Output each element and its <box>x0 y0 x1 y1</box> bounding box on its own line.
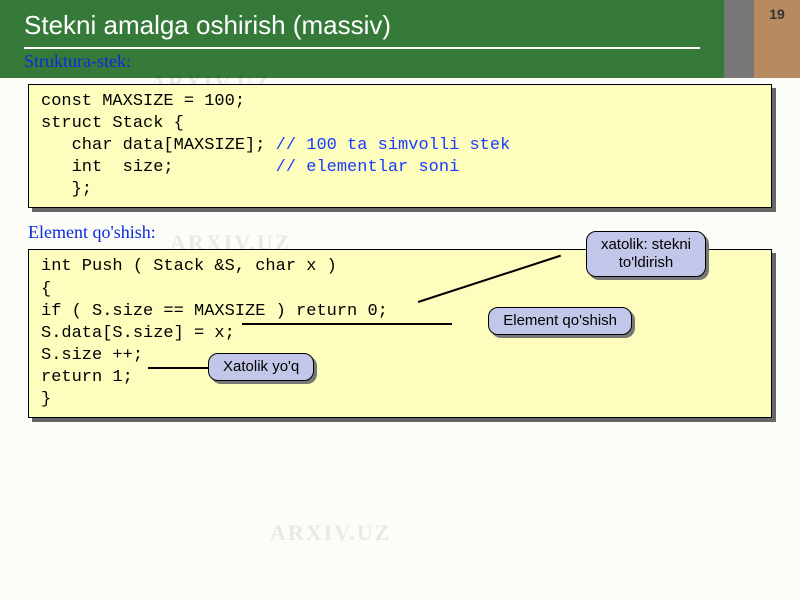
callout-text: Xatolik yo'q <box>223 358 299 375</box>
page-title: Stekni amalga oshirish (massiv) <box>24 10 700 45</box>
code-block-push-wrapper: int Push ( Stack &S, char x ) { if ( S.s… <box>28 249 772 418</box>
code-line: if ( S.size == MAXSIZE ) return 0; <box>41 302 388 321</box>
watermark: ARXIV.UZ <box>270 520 391 546</box>
callout-box: xatolik: stekni to'ldirish <box>586 231 706 277</box>
callout-text: Element qo'shish <box>503 312 617 329</box>
header-strip-brown: 19 <box>754 0 800 78</box>
callout-box: Xatolik yo'q <box>208 353 314 381</box>
header-strip-grey <box>724 0 754 78</box>
code-line: S.data[S.size] = x; <box>41 324 235 343</box>
callout-text: to'ldirish <box>601 254 691 272</box>
code-box: const MAXSIZE = 100; struct Stack { char… <box>28 84 772 208</box>
callout-box: Element qo'shish <box>488 307 632 335</box>
code-line: { <box>41 280 51 299</box>
code-line: int size; <box>41 158 276 177</box>
code-line: S.size ++; <box>41 346 143 365</box>
code-line: char data[MAXSIZE]; <box>41 136 276 155</box>
code-line: }; <box>41 180 92 199</box>
code-comment: // 100 ta simvolli stek <box>276 136 511 155</box>
section-label-struktura: Struktura-stek: <box>24 51 700 72</box>
content-area: const MAXSIZE = 100; struct Stack { char… <box>0 84 800 418</box>
callout-pointer <box>242 323 452 325</box>
slide-header: Stekni amalga oshirish (massiv) Struktur… <box>0 0 800 78</box>
callout-no-error: Xatolik yo'q <box>208 353 314 381</box>
code-block-struct: const MAXSIZE = 100; struct Stack { char… <box>28 84 772 208</box>
code-line: int Push ( Stack &S, char x ) <box>41 257 337 276</box>
code-line: struct Stack { <box>41 114 184 133</box>
code-line: const MAXSIZE = 100; <box>41 92 245 111</box>
callout-text: xatolik: stekni <box>601 236 691 254</box>
code-line: } <box>41 390 51 409</box>
code-comment: // elementlar soni <box>276 158 460 177</box>
page-number: 19 <box>754 6 800 22</box>
title-underline <box>24 47 700 49</box>
header-main: Stekni amalga oshirish (massiv) Struktur… <box>0 0 724 78</box>
callout-error-overflow: xatolik: stekni to'ldirish <box>586 231 706 277</box>
code-line: return 1; <box>41 368 133 387</box>
callout-add-element: Element qo'shish <box>488 307 632 335</box>
